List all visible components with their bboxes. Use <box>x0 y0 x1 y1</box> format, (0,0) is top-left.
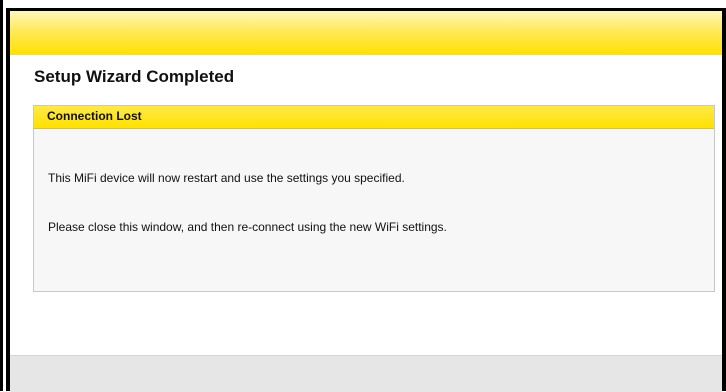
connection-lost-panel: Connection Lost This MiFi device will no… <box>33 105 715 292</box>
window-border-left <box>0 0 3 391</box>
panel-title: Connection Lost <box>47 109 142 123</box>
header-banner <box>10 11 722 55</box>
restart-message: This MiFi device will now restart and us… <box>48 171 405 185</box>
main-content: Setup Wizard Completed Connection Lost T… <box>10 55 722 355</box>
window-frame-right <box>722 8 726 391</box>
page-title: Setup Wizard Completed <box>34 67 235 86</box>
panel-header: Connection Lost <box>34 106 714 129</box>
footer-bar <box>10 355 722 392</box>
wizard-window: Setup Wizard Completed Connection Lost T… <box>0 0 726 392</box>
reconnect-message: Please close this window, and then re-co… <box>48 220 447 234</box>
